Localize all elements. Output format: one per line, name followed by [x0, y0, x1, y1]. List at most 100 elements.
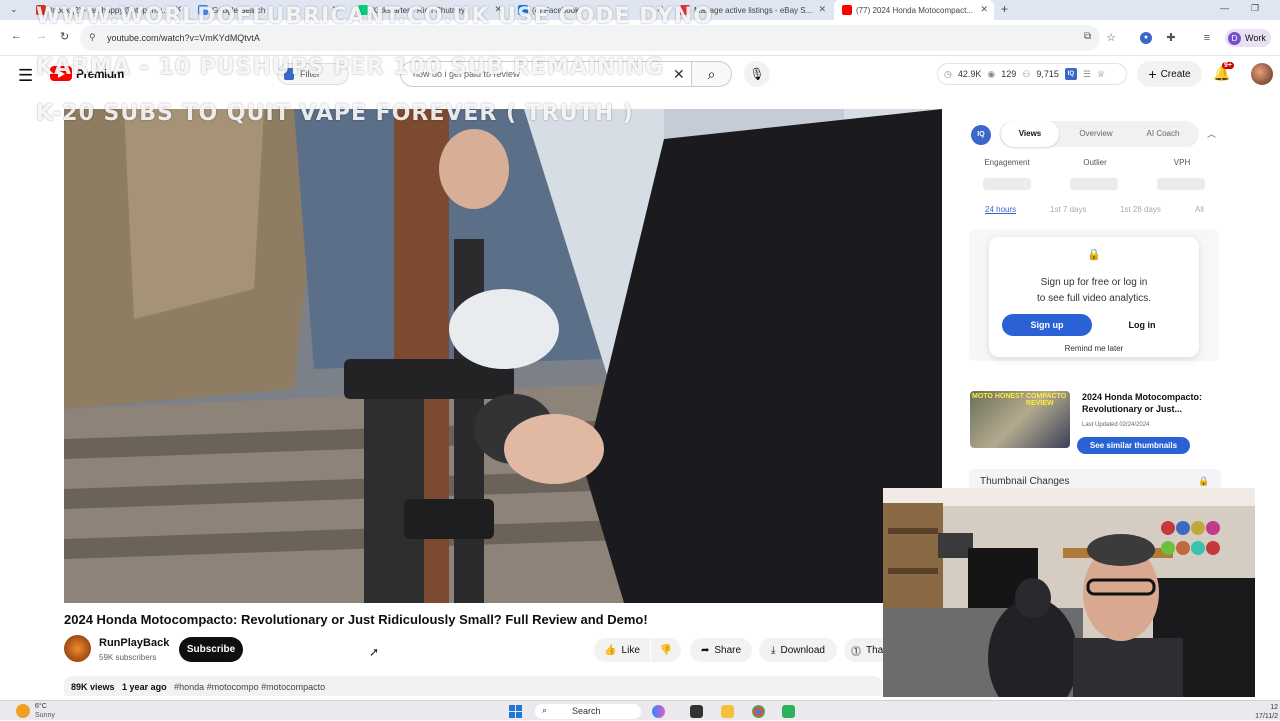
video-player[interactable]: [64, 109, 942, 603]
bookmark-star-icon[interactable]: ☆: [1105, 32, 1117, 44]
profile-avatar: D: [1228, 31, 1241, 45]
remind-me-later-link[interactable]: Remind me later: [989, 344, 1199, 353]
view-count: 89K views: [71, 682, 115, 692]
vidiq-panel: IQ Views Overview AI Coach ︿ Engagement …: [969, 117, 1221, 495]
voice-search-mic-icon[interactable]: 🎙: [744, 61, 770, 87]
channel-avatar[interactable]: [64, 635, 91, 662]
tab-list-chevron-icon[interactable]: ⌄: [10, 4, 18, 15]
thumbnail-text-left: MOTO HONEST: [972, 393, 1024, 400]
range-28-days[interactable]: 1st 28 days: [1120, 205, 1161, 214]
copilot-icon[interactable]: [652, 705, 665, 718]
clear-search-icon[interactable]: ✕: [673, 66, 685, 83]
tab-ai-coach[interactable]: AI Coach: [1131, 121, 1195, 147]
channel-subscribers: 59K subscribers: [99, 653, 157, 662]
profile-button[interactable]: D Work: [1225, 29, 1271, 47]
vidiq-stats-bar[interactable]: ◷ 42.9K ◉ 129 ⚇ 9,715 IQ ☰ ♕: [937, 63, 1127, 85]
signup-message: Sign up for free or log in to see full v…: [989, 275, 1199, 307]
dislike-button[interactable]: 👎: [651, 638, 681, 662]
windows-taskbar: 6°C Sunny ⌕ Search 12 17/11/2: [0, 700, 1280, 720]
views-count: 42.9K: [957, 69, 982, 79]
minimize-icon[interactable]: —: [1220, 3, 1229, 13]
tab-overview[interactable]: Overview: [1065, 121, 1127, 147]
create-button[interactable]: + Create: [1137, 61, 1202, 87]
share-button[interactable]: ➦ Share: [690, 638, 752, 662]
share-icon: ➦: [700, 644, 710, 656]
browser-tab-active[interactable]: (77) 2024 Honda Motocompact... ✕: [834, 0, 994, 20]
weather-desc: Sunny: [35, 712, 55, 719]
account-avatar[interactable]: [1251, 63, 1273, 85]
download-button[interactable]: ⤓ Download: [759, 638, 837, 662]
signup-line1: Sign up for free or log in: [1040, 277, 1148, 288]
install-app-icon[interactable]: ⧉: [1084, 31, 1091, 42]
search-button[interactable]: ⌕: [692, 61, 732, 87]
views-clock-icon: ◷: [944, 68, 952, 79]
thumbs-down-icon: 👎: [659, 644, 673, 656]
reading-list-icon[interactable]: ≡: [1201, 32, 1213, 44]
url-text: youtube.com/watch?v=VmKYdMQtvtA: [107, 33, 260, 43]
vidiq-logo-icon: IQ: [971, 125, 991, 145]
windows-start-icon[interactable]: [509, 705, 522, 718]
trophy-icon: ♕: [1096, 68, 1106, 79]
description-bar[interactable]: 89K views 1 year ago #honda #motocompo #…: [64, 676, 882, 696]
download-icon: ⤓: [771, 644, 776, 656]
range-24-hours[interactable]: 24 hours: [985, 205, 1016, 214]
taskbar-search[interactable]: ⌕ Search: [535, 704, 641, 719]
back-icon[interactable]: ←: [11, 30, 22, 42]
thanks-icon: ⓵: [851, 646, 861, 658]
app-icon[interactable]: [782, 705, 795, 718]
plus-icon: +: [1148, 66, 1157, 82]
list-icon: ☰: [1082, 68, 1091, 79]
tab-label: (77) 2024 Honda Motocompact...: [856, 5, 973, 15]
vidiq-tabs: Views Overview AI Coach: [999, 121, 1199, 147]
metric-vph-value-blurred: [1157, 178, 1205, 190]
hamburger-menu-icon[interactable]: ☰: [18, 66, 33, 86]
subscribers-icon: ⚇: [1022, 68, 1031, 79]
metric-vph: VPH: [1173, 158, 1191, 167]
weather-sun-icon[interactable]: [16, 704, 30, 718]
signup-line2: to see full video analytics.: [1037, 293, 1151, 304]
like-label: Like: [621, 644, 640, 656]
forward-icon[interactable]: →: [36, 30, 47, 42]
site-info-icon[interactable]: ⚲: [89, 32, 96, 43]
taskbar-search-label: Search: [572, 706, 601, 716]
sign-up-button[interactable]: Sign up: [1002, 314, 1092, 336]
webcam-overlay: [883, 488, 1255, 697]
collapse-chevron-icon[interactable]: ︿: [1207, 127, 1216, 140]
lock-icon: 🔒: [1087, 249, 1101, 261]
eye-icon: ◉: [987, 68, 996, 79]
see-similar-thumbnails-button[interactable]: See similar thumbnails: [1077, 437, 1190, 454]
signup-card: 🔒 Sign up for free or log in to see full…: [989, 237, 1199, 357]
subscribe-button[interactable]: Subscribe: [179, 637, 243, 662]
video-thumbnail[interactable]: MOTO HONEST COMPACTO REVIEW: [970, 391, 1070, 448]
notifications-badge: 9+: [1222, 62, 1234, 69]
new-tab-button[interactable]: +: [1001, 2, 1008, 16]
overlay-text-line2: KARMA - 10 PUSHUPS PER 100 SUB REMAINING: [36, 55, 665, 80]
download-label: Download: [780, 644, 825, 656]
tab-views[interactable]: Views: [1001, 121, 1059, 147]
extension-vidiq-icon[interactable]: ●: [1140, 32, 1152, 44]
log-in-button[interactable]: Log in: [1097, 314, 1187, 336]
tab-close-icon[interactable]: ✕: [980, 4, 988, 15]
like-button[interactable]: 👍 Like: [594, 638, 650, 662]
mouse-pointer-icon: ➚: [369, 645, 380, 659]
metric-engagement: Engagement: [984, 158, 1030, 167]
range-7-days[interactable]: 1st 7 days: [1050, 205, 1086, 214]
task-view-icon[interactable]: [690, 705, 703, 718]
reload-icon[interactable]: ↻: [60, 30, 69, 43]
tab-close-icon[interactable]: ✕: [818, 4, 826, 15]
metric-outlier-value-blurred: [1070, 178, 1118, 190]
range-all[interactable]: All: [1195, 205, 1204, 214]
metric-outlier: Outlier: [1083, 158, 1107, 167]
subs-count: 9,715: [1036, 69, 1059, 79]
overlay-text-line3: K-20 SUBS TO QUIT VAPE FOREVER ( TRUTH ): [36, 101, 634, 126]
maximize-icon[interactable]: ❐: [1251, 3, 1259, 14]
extensions-puzzle-icon[interactable]: ✚: [1165, 32, 1177, 44]
search-icon: ⌕: [707, 66, 716, 82]
profile-label: Work: [1245, 33, 1266, 43]
system-clock[interactable]: 12 17/11/2: [1246, 703, 1278, 721]
hashtags[interactable]: #honda #motocompo #motocompacto: [174, 682, 325, 692]
file-explorer-icon[interactable]: [721, 705, 734, 718]
chrome-icon[interactable]: [752, 705, 765, 718]
channel-name[interactable]: RunPlayBack: [99, 637, 169, 649]
video-frame-image: [64, 109, 942, 603]
